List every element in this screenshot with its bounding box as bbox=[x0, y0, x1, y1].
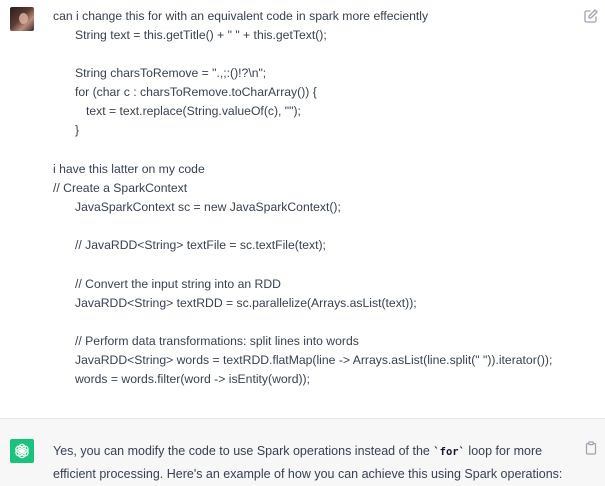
code-line: // JavaRDD<String> textFile = sc.textFil… bbox=[75, 238, 326, 252]
code-line: JavaRDD<String> textRDD = sc.parallelize… bbox=[75, 296, 417, 310]
code-line: words = words.filter(word -> isEntity(wo… bbox=[75, 372, 311, 386]
code-line: // Create a SparkContext bbox=[53, 181, 188, 195]
assistant-message: Yes, you can modify the code to use Spar… bbox=[0, 419, 605, 486]
user-message: can i change this for with an equivalent… bbox=[0, 0, 605, 418]
assistant-message-text: Yes, you can modify the code to use Spar… bbox=[53, 440, 573, 485]
chatgpt-logo-icon bbox=[10, 439, 34, 463]
code-line: } bbox=[75, 123, 80, 137]
assistant-text-part: Yes, you can modify the code to use Spar… bbox=[53, 444, 434, 458]
inline-code: `for` bbox=[433, 446, 465, 458]
code-line: // Perform data transformations: split l… bbox=[75, 334, 359, 348]
code-line: String text = this.getTitle() + " " + th… bbox=[75, 28, 327, 42]
clipboard-icon[interactable] bbox=[584, 441, 598, 455]
code-line: // Convert the input string into an RDD bbox=[75, 277, 281, 291]
code-line: String charsToRemove = ".,;:()!?\n"; bbox=[75, 66, 267, 80]
user-avatar bbox=[10, 7, 34, 31]
edit-icon[interactable] bbox=[583, 8, 599, 24]
code-line: JavaSparkContext sc = new JavaSparkConte… bbox=[75, 200, 341, 214]
code-line: JavaRDD<String> words = textRDD.flatMap(… bbox=[75, 353, 553, 367]
message-line: can i change this for with an equivalent… bbox=[53, 9, 429, 23]
code-line: text = text.replace(String.valueOf(c), "… bbox=[86, 104, 301, 118]
message-line: i have this latter on my code bbox=[53, 162, 205, 176]
code-line: for (char c : charsToRemove.toCharArray(… bbox=[75, 85, 317, 99]
